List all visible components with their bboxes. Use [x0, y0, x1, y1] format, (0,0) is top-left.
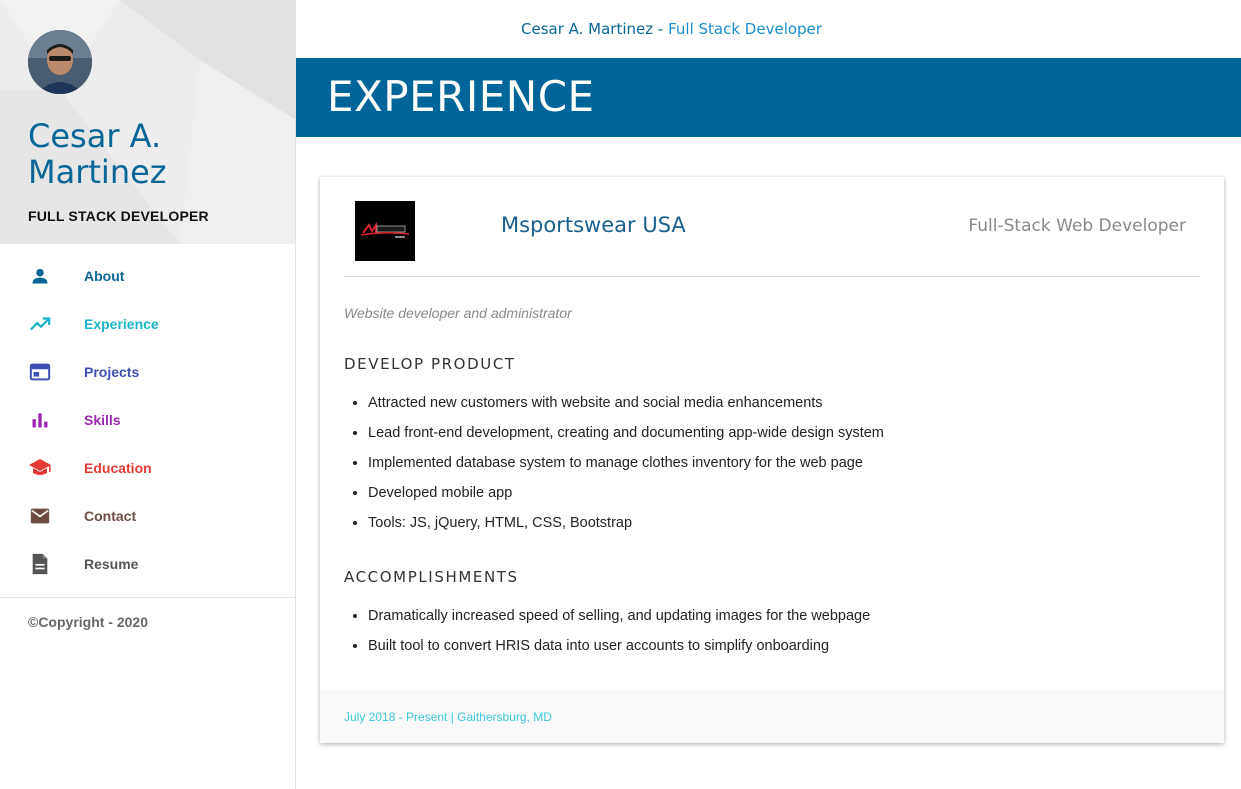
sidebar-item-label: Experience: [84, 316, 159, 332]
section-heading-accomplishments: ACCOMPLISHMENTS: [344, 568, 519, 586]
section-title: EXPERIENCE: [327, 72, 595, 121]
company-logo: [355, 201, 415, 261]
section-heading-develop-product: DEVELOP PRODUCT: [344, 355, 516, 373]
list-item: Built tool to convert HRIS data into use…: [368, 638, 870, 668]
sidebar-item-projects[interactable]: Projects: [0, 348, 295, 396]
develop-product-list: Attracted new customers with website and…: [368, 395, 884, 545]
avatar[interactable]: [28, 30, 92, 94]
job-dates-location: July 2018 - Present | Gaithersburg, MD: [344, 710, 552, 724]
mail-icon: [28, 504, 52, 528]
experience-card: Msportswear USA Full-Stack Web Developer…: [320, 177, 1224, 743]
profile-header: Cesar A. Martinez FULL STACK DEVELOPER: [0, 0, 295, 244]
sidebar-item-label: Skills: [84, 412, 121, 428]
copyright-text: ©Copyright - 2020: [28, 614, 149, 630]
document-icon: [28, 552, 52, 576]
card-divider: [344, 276, 1200, 277]
card-header: Msportswear USA Full-Stack Web Developer: [320, 177, 1224, 277]
section-banner: EXPERIENCE: [296, 58, 1241, 137]
sidebar-item-education[interactable]: Education: [0, 444, 295, 492]
top-header: Cesar A. Martinez - Full Stack Developer: [296, 0, 1241, 58]
sidebar-item-label: Resume: [84, 556, 139, 572]
card-footer: July 2018 - Present | Gaithersburg, MD: [320, 689, 1224, 743]
trending-up-icon: [28, 312, 52, 336]
list-item: Tools: JS, jQuery, HTML, CSS, Bootstrap: [368, 515, 884, 545]
sidebar: Cesar A. Martinez FULL STACK DEVELOPER A…: [0, 0, 296, 789]
header-title: Cesar A. Martinez - Full Stack Developer: [521, 20, 822, 38]
bar-chart-icon: [28, 408, 52, 432]
list-item: Dramatically increased speed of selling,…: [368, 608, 870, 638]
sidebar-item-label: Contact: [84, 508, 137, 524]
sidebar-item-label: Projects: [84, 364, 140, 380]
header-name: Cesar A. Martinez: [521, 20, 654, 38]
list-item: Implemented database system to manage cl…: [368, 455, 884, 485]
sidebar-item-label: About: [84, 268, 125, 284]
header-subtitle: Full Stack Developer: [668, 20, 822, 38]
sidebar-item-label: Education: [84, 460, 152, 476]
list-item: Lead front-end development, creating and…: [368, 425, 884, 455]
browser-window-icon: [28, 360, 52, 384]
company-name: Msportswear USA: [501, 213, 686, 237]
person-icon: [28, 264, 52, 288]
list-item: Attracted new customers with website and…: [368, 395, 884, 425]
graduation-cap-icon: [28, 456, 52, 480]
list-item: Developed mobile app: [368, 485, 884, 515]
job-summary: Website developer and administrator: [344, 305, 572, 321]
job-title: Full-Stack Web Developer: [968, 216, 1186, 236]
profile-name: Cesar A. Martinez: [28, 117, 167, 191]
header-separator: -: [653, 20, 669, 38]
sidebar-item-experience[interactable]: Experience: [0, 300, 295, 348]
sidebar-item-skills[interactable]: Skills: [0, 396, 295, 444]
profile-photo: [28, 30, 92, 94]
accomplishments-list: Dramatically increased speed of selling,…: [368, 608, 870, 668]
sidebar-item-about[interactable]: About: [0, 252, 295, 300]
profile-role: FULL STACK DEVELOPER: [28, 208, 209, 224]
sidebar-item-contact[interactable]: Contact: [0, 492, 295, 540]
sidebar-item-resume[interactable]: Resume: [0, 540, 295, 588]
sidebar-nav: About Experience Projects Skills Educati…: [0, 244, 295, 588]
